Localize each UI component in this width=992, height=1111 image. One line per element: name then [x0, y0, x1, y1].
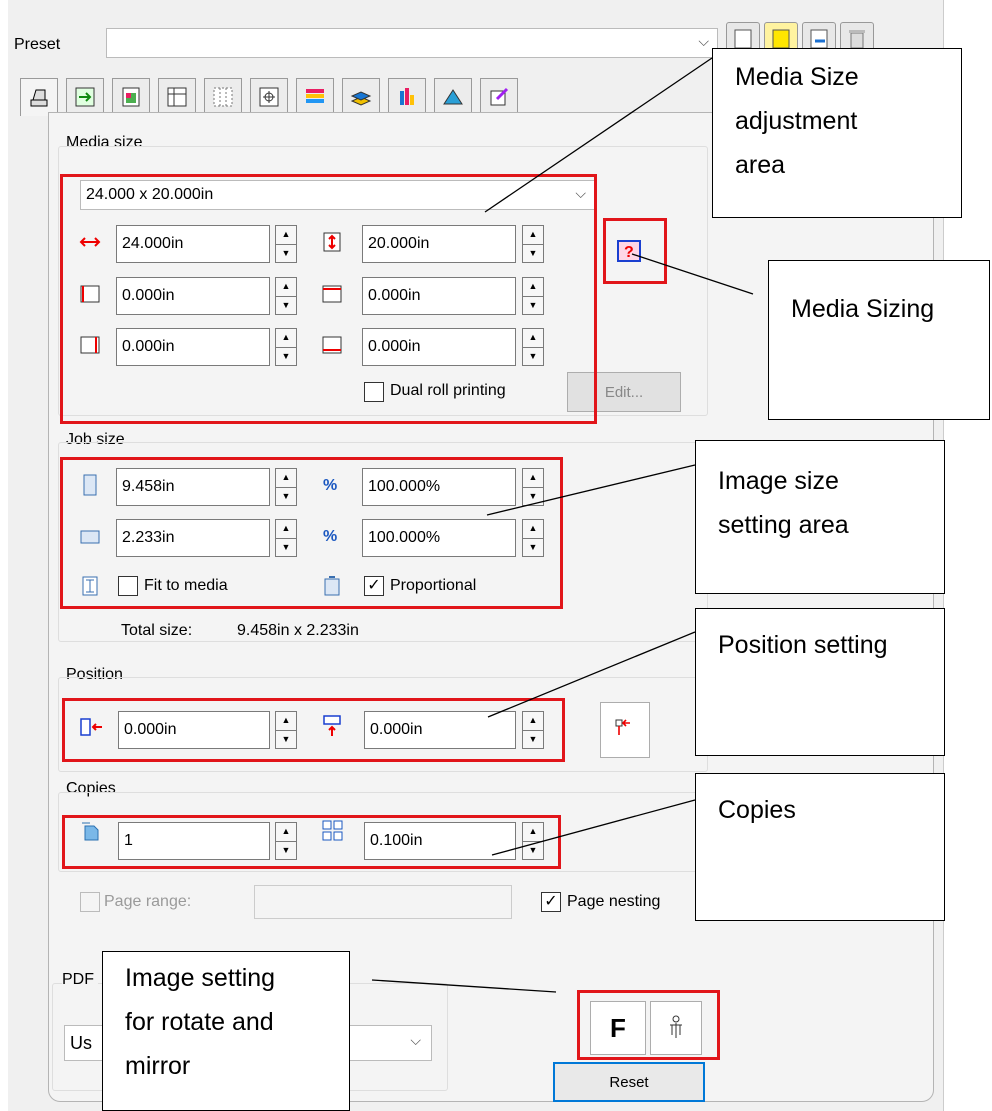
- callout-image-size: Image size setting area: [695, 440, 945, 594]
- callout-position: Position setting: [695, 608, 945, 756]
- callout-line: setting area: [718, 511, 849, 539]
- callout-line: Media Size: [735, 63, 859, 91]
- callout-media-sizing: Media Sizing: [768, 260, 990, 420]
- callout-line: for rotate and: [125, 1008, 274, 1036]
- callout-line: Media Sizing: [791, 295, 935, 323]
- callout-line: Image size: [718, 467, 839, 495]
- callout-line: Position setting: [718, 631, 888, 659]
- callout-line: Copies: [718, 796, 796, 824]
- callout-line: adjustment: [735, 107, 858, 135]
- callout-line: Image setting: [125, 964, 276, 992]
- callout-line: area: [735, 151, 786, 179]
- callout-line: mirror: [125, 1052, 191, 1080]
- callout-media-size-adjust: Media Size adjustment area: [712, 48, 962, 218]
- callout-copies: Copies: [695, 773, 945, 921]
- callout-image-setting: Image setting for rotate and mirror: [102, 951, 350, 1111]
